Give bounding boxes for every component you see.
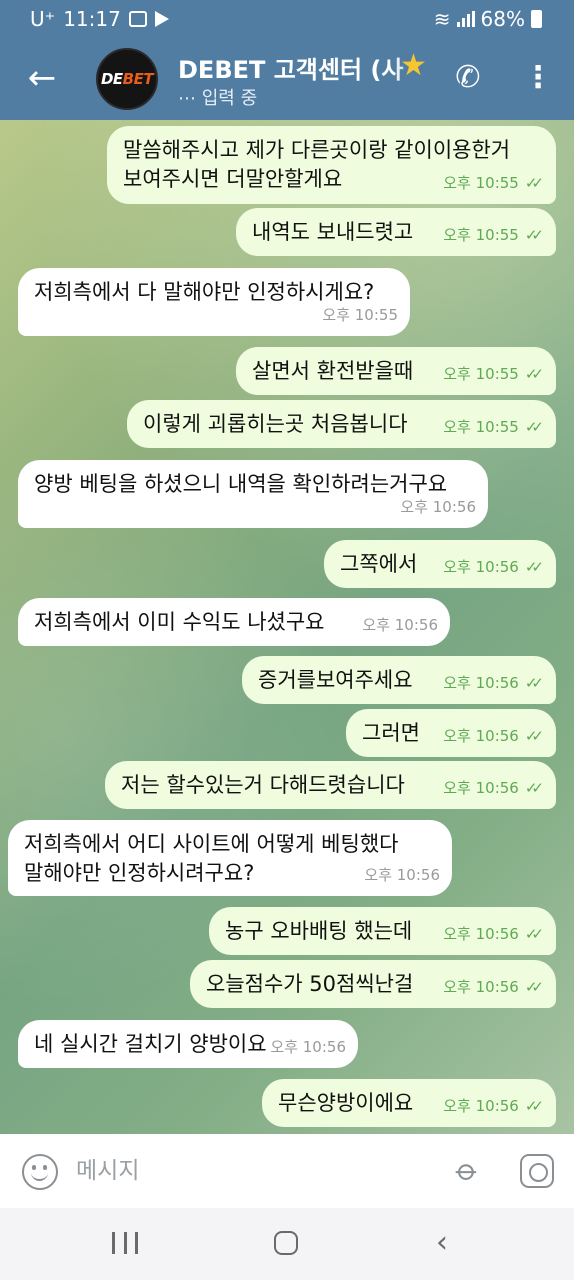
clock: 11:17 (63, 7, 121, 31)
outgoing-message[interactable]: 살면서 환전받을때 오후 10:55 ✓✓ (236, 347, 556, 395)
outgoing-message[interactable]: 그쪽에서 오후 10:56 ✓✓ (324, 540, 556, 588)
incoming-message[interactable]: 네 실시간 걸치기 양방이요 오후 10:56 (18, 1020, 358, 1068)
message-time: 오후 10:56 (443, 558, 519, 576)
message-meta: 오후 10:56 ✓✓ (443, 669, 544, 698)
message-time: 오후 10:55 (322, 306, 398, 324)
message-time: 오후 10:56 (443, 925, 519, 943)
message-meta: 오후 10:56 ✓✓ (443, 973, 544, 1002)
message-meta: 오후 10:56 (364, 861, 440, 890)
play-store-icon (154, 11, 169, 27)
message-time: 오후 10:55 (443, 174, 519, 192)
avatar[interactable]: DE BET (96, 48, 158, 110)
nav-back-icon[interactable]: ‹ (436, 1228, 460, 1258)
incoming-message[interactable]: 양방 베팅을 하셨으니 내역을 확인하려는거구요 오후 10:56 (18, 460, 488, 528)
message-meta: 오후 10:55 ✓✓ (443, 221, 544, 250)
message-meta: 오후 10:55 ✓✓ (443, 169, 544, 198)
message-meta: 오후 10:56 ✓✓ (443, 774, 544, 803)
message-time: 오후 10:56 (443, 1097, 519, 1115)
double-check-icon: ✓✓ (524, 418, 544, 436)
outgoing-message[interactable]: 저는 할수있는거 다해드렷습니다 오후 10:56 ✓✓ (105, 761, 556, 809)
message-time: 오후 10:56 (443, 978, 519, 996)
message-time: 오후 10:56 (443, 727, 519, 745)
incoming-message[interactable]: 저희측에서 이미 수익도 나셨구요 오후 10:56 (18, 598, 450, 646)
double-check-icon: ✓✓ (524, 558, 544, 576)
incoming-message[interactable]: 저희측에서 어디 사이트에 어떻게 베팅했다 말해야만 인정하시려구요? 오후 1… (8, 820, 452, 896)
back-arrow-icon[interactable]: ← (22, 58, 62, 98)
paperclip-icon[interactable]: ⌀ (440, 1144, 494, 1198)
double-check-icon: ✓✓ (524, 978, 544, 996)
outgoing-message[interactable]: 증거를보여주세요 오후 10:56 ✓✓ (242, 656, 556, 704)
composer: ⌀ (0, 1134, 574, 1208)
emoji-icon[interactable] (22, 1154, 58, 1190)
signal-icon (456, 11, 475, 27)
double-check-icon: ✓✓ (524, 779, 544, 797)
double-check-icon: ✓✓ (524, 226, 544, 244)
double-check-icon: ✓✓ (524, 365, 544, 383)
double-check-icon: ✓✓ (524, 174, 544, 192)
phone-icon[interactable]: ✆ (448, 58, 488, 98)
message-meta: 오후 10:56 ✓✓ (443, 920, 544, 949)
message-meta: 오후 10:56 ✓✓ (443, 722, 544, 751)
chat-header: ← DE BET DEBET 고객센터 (사 ★ ⋯ 입력 중 ✆ ⋮ (0, 38, 574, 120)
typing-status: ⋯ 입력 중 (178, 88, 258, 109)
message-time: 오후 10:55 (443, 418, 519, 436)
carrier-label: U⁺ (30, 7, 56, 31)
message-meta: 오후 10:56 (400, 493, 476, 522)
more-vertical-icon[interactable]: ⋮ (520, 58, 556, 98)
incoming-message[interactable]: 저희측에서 다 말해야만 인정하시게요? 오후 10:55 (18, 268, 410, 336)
recents-icon[interactable] (112, 1232, 138, 1254)
message-list[interactable]: 말씀해주시고 제가 다른곳이랑 같이이용한거 보여주시면 더말안할게요 오후 10… (0, 120, 574, 1134)
avatar-text-bet: BET (122, 70, 154, 88)
outgoing-message[interactable]: 이렇게 괴롭히는곳 처음봅니다 오후 10:55 ✓✓ (127, 400, 556, 448)
message-time: 오후 10:56 (364, 866, 440, 884)
message-time: 오후 10:55 (443, 226, 519, 244)
message-time: 오후 10:56 (443, 674, 519, 692)
outgoing-message[interactable]: 그러면 오후 10:56 ✓✓ (346, 709, 556, 757)
message-time: 오후 10:55 (443, 365, 519, 383)
avatar-text-de: DE (100, 70, 123, 88)
message-meta: 오후 10:56 ✓✓ (443, 553, 544, 582)
outgoing-message[interactable]: 말씀해주시고 제가 다른곳이랑 같이이용한거 보여주시면 더말안할게요 오후 10… (107, 126, 556, 204)
gallery-icon (128, 11, 147, 27)
message-meta: 오후 10:56 (270, 1033, 346, 1062)
double-check-icon: ✓✓ (524, 925, 544, 943)
double-check-icon: ✓✓ (524, 727, 544, 745)
message-time: 오후 10:56 (270, 1038, 346, 1056)
wifi-icon: ≋ (433, 7, 451, 31)
status-bar: U⁺ 11:17 ≋ 68% (0, 0, 574, 38)
outgoing-message[interactable]: 무슨양방이에요 오후 10:56 ✓✓ (262, 1079, 556, 1127)
home-icon[interactable] (274, 1231, 298, 1255)
message-time: 오후 10:56 (400, 498, 476, 516)
outgoing-message[interactable]: 오늘점수가 50점씩난걸 오후 10:56 ✓✓ (190, 960, 556, 1008)
message-meta: 오후 10:56 (362, 611, 438, 640)
chat-title[interactable]: DEBET 고객센터 (사 (178, 50, 433, 85)
battery-icon (531, 10, 542, 28)
outgoing-message[interactable]: 농구 오바배팅 했는데 오후 10:56 ✓✓ (209, 907, 556, 955)
double-check-icon: ✓✓ (524, 1097, 544, 1115)
message-time: 오후 10:56 (443, 779, 519, 797)
message-meta: 오후 10:56 ✓✓ (443, 1092, 544, 1121)
battery-percent: 68% (480, 7, 525, 31)
message-time: 오후 10:56 (362, 616, 438, 634)
message-meta: 오후 10:55 ✓✓ (443, 413, 544, 442)
outgoing-message[interactable]: 내역도 보내드렷고 오후 10:55 ✓✓ (236, 208, 556, 256)
message-meta: 오후 10:55 ✓✓ (443, 360, 544, 389)
message-input[interactable] (76, 1152, 436, 1190)
message-meta: 오후 10:55 (322, 301, 398, 330)
star-icon: ★ (400, 48, 427, 83)
camera-icon[interactable] (520, 1154, 554, 1188)
double-check-icon: ✓✓ (524, 674, 544, 692)
system-nav-bar: ‹ (0, 1208, 574, 1280)
